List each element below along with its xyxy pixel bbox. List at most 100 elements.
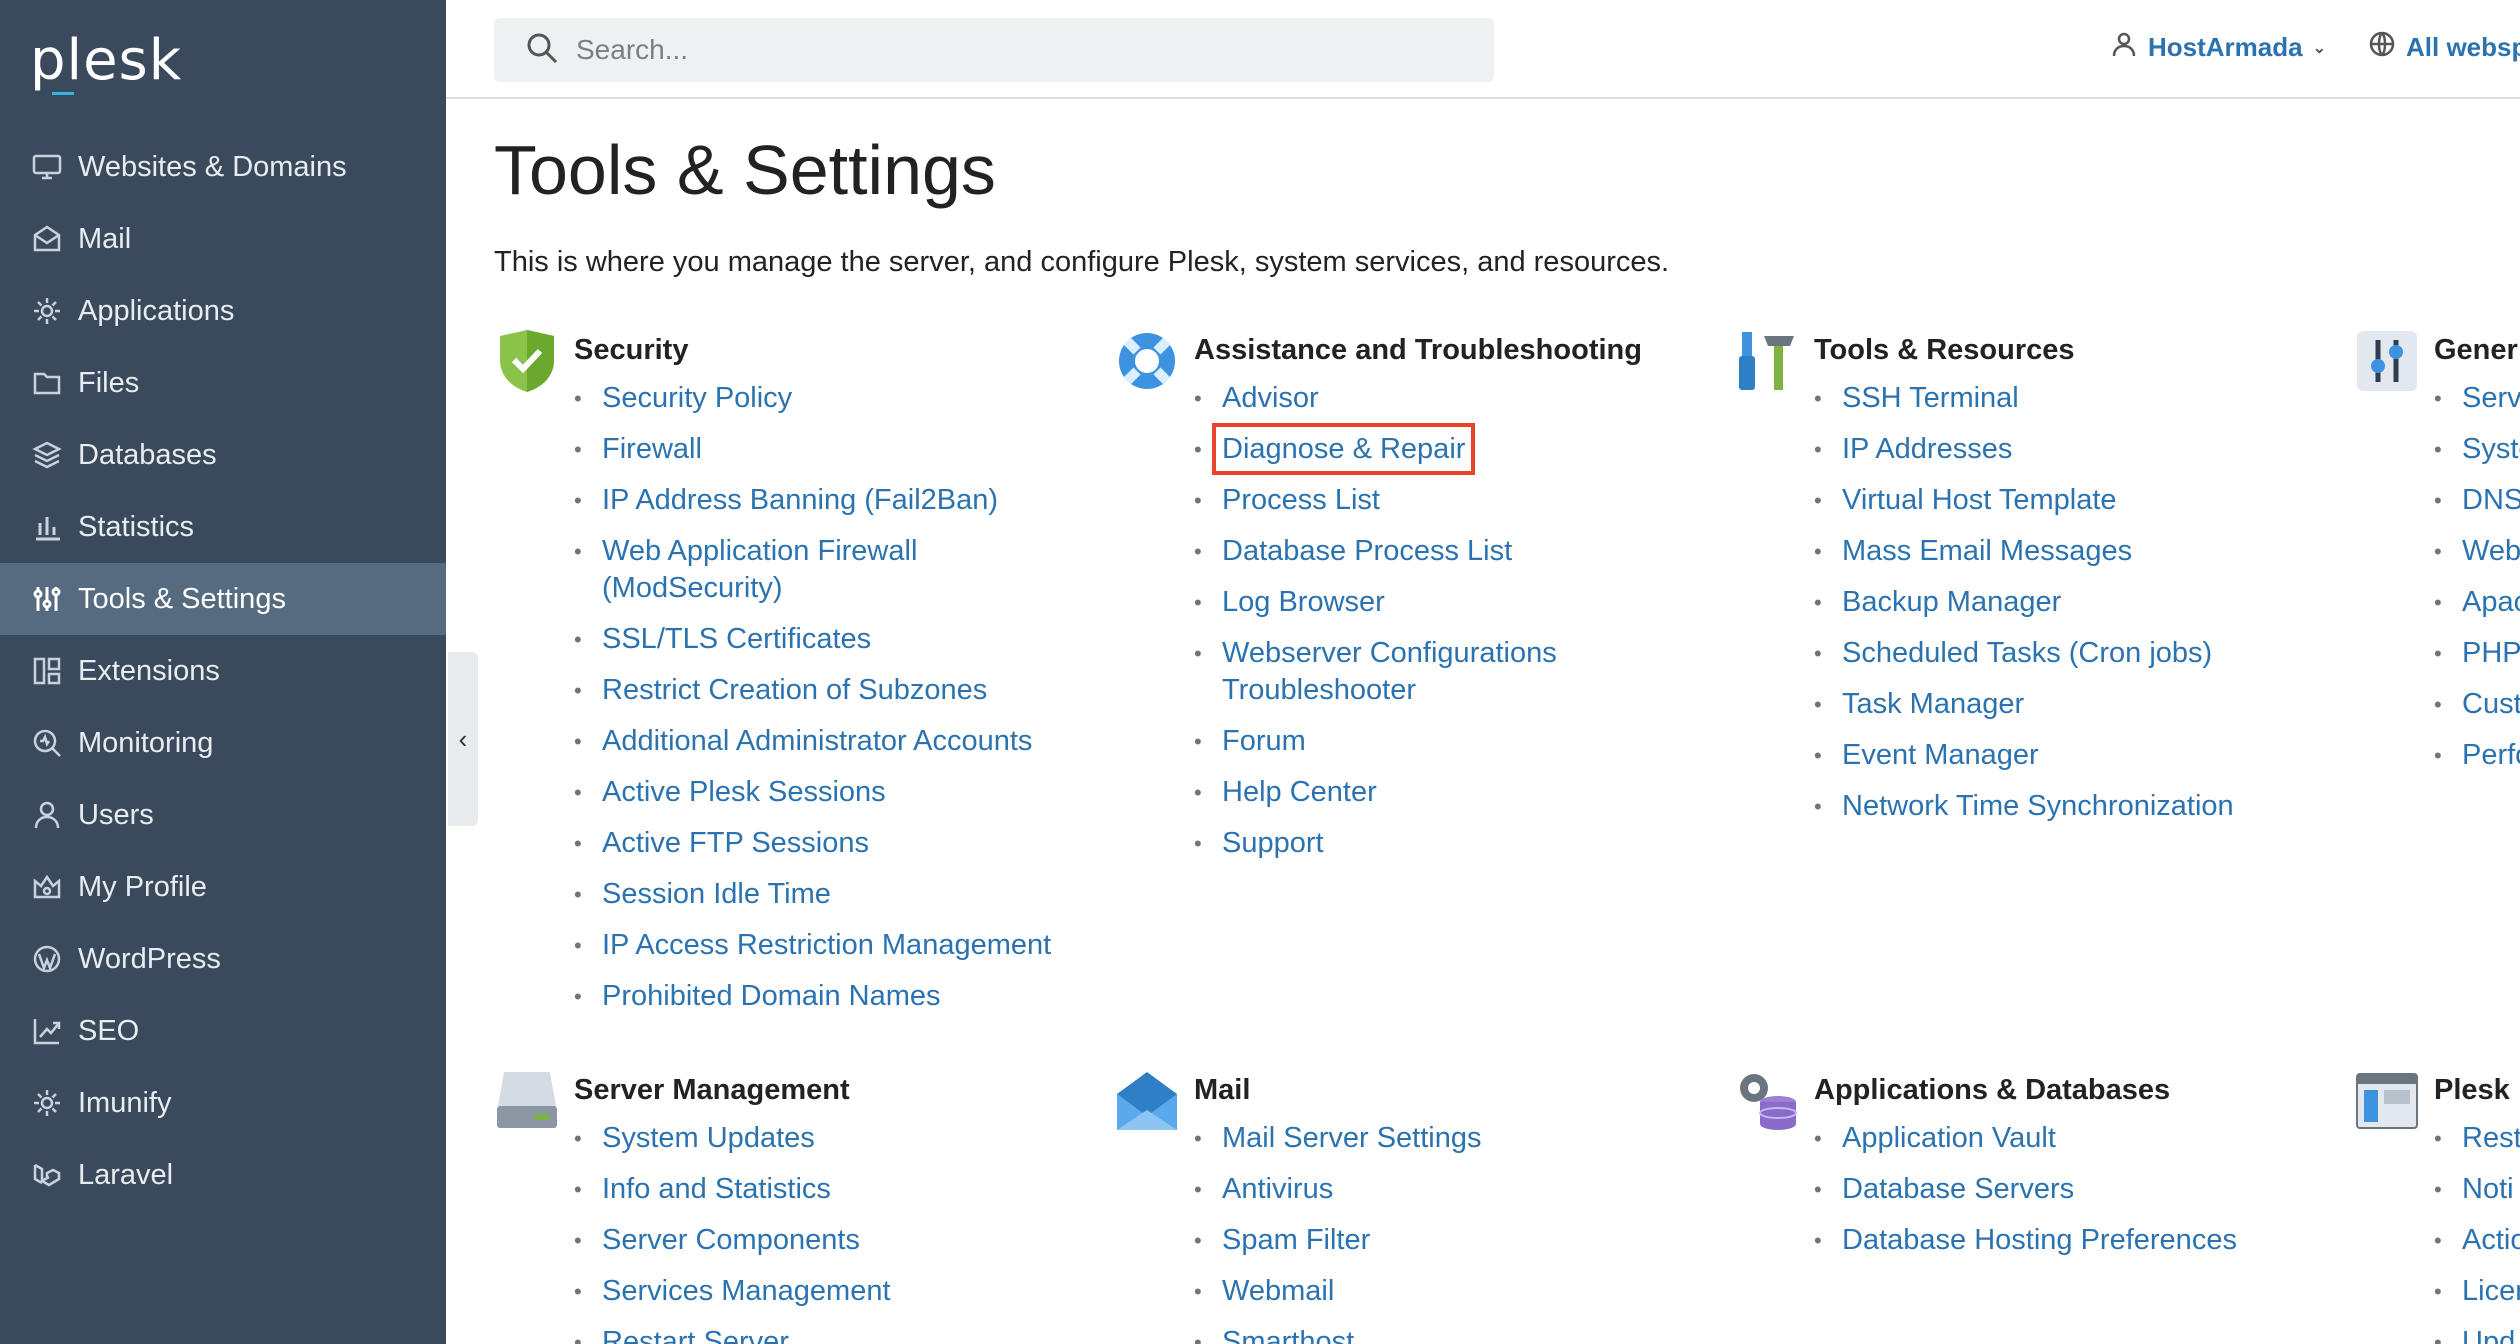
sidebar-item-files[interactable]: Files (0, 347, 446, 419)
link[interactable]: Session Idle Time (602, 878, 831, 910)
list-item[interactable]: Services Management (574, 1273, 1054, 1310)
diagnose-repair-link[interactable]: Diagnose & Repair (1211, 423, 1476, 475)
link[interactable]: PHP (2462, 637, 2520, 669)
collapse-sidebar-button[interactable]: ‹ (448, 652, 478, 826)
sidebar-item-databases[interactable]: Databases (0, 419, 446, 491)
sidebar-item-monitoring[interactable]: Monitoring (0, 707, 446, 779)
link[interactable]: Server Components (602, 1224, 860, 1256)
list-item[interactable]: Database Hosting Preferences (1814, 1222, 2294, 1259)
link[interactable]: Advisor (1222, 382, 1319, 414)
list-item[interactable]: Task Manager (1814, 686, 2294, 723)
list-item[interactable]: Support (1194, 825, 1674, 862)
link[interactable]: Database Servers (1842, 1173, 2074, 1205)
list-item[interactable]: System Updates (574, 1120, 1054, 1157)
link[interactable]: Web Application Firewall (ModSecurity) (602, 535, 917, 604)
link[interactable]: Active FTP Sessions (602, 827, 869, 859)
link[interactable]: Smarthost (1222, 1326, 1354, 1344)
link[interactable]: Additional Administrator Accounts (602, 725, 1032, 757)
list-item[interactable]: Mass Email Messages (1814, 533, 2294, 570)
list-item[interactable]: Webmail (1194, 1273, 1674, 1310)
list-item[interactable]: Actio (2434, 1222, 2520, 1259)
link[interactable]: Spam Filter (1222, 1224, 1370, 1256)
link[interactable]: Upd (2462, 1326, 2515, 1344)
list-item[interactable]: Antivirus (1194, 1171, 1674, 1208)
link[interactable]: Help Center (1222, 776, 1377, 808)
link[interactable]: DNS (2462, 484, 2520, 516)
link[interactable]: Virtual Host Template (1842, 484, 2117, 516)
list-item[interactable]: Scheduled Tasks (Cron jobs) (1814, 635, 2294, 672)
list-item[interactable]: Rest (2434, 1120, 2520, 1157)
link[interactable]: Licen (2462, 1275, 2520, 1307)
link[interactable]: Info and Statistics (602, 1173, 831, 1205)
list-item[interactable]: Webserver Configurations Troubleshooter (1194, 635, 1614, 709)
list-item[interactable]: Process List (1194, 482, 1674, 519)
link[interactable]: Mail Server Settings (1222, 1122, 1482, 1154)
list-item[interactable]: Web Application Firewall (ModSecurity) (574, 533, 994, 607)
link[interactable]: Forum (1222, 725, 1306, 757)
list-item[interactable]: Serv (2434, 380, 2520, 417)
link[interactable]: SSL/TLS Certificates (602, 623, 871, 655)
list-item[interactable]: Mail Server Settings (1194, 1120, 1674, 1157)
list-item[interactable]: Smarthost (1194, 1324, 1674, 1344)
link[interactable]: Task Manager (1842, 688, 2024, 720)
link[interactable]: Syste (2462, 433, 2520, 465)
link[interactable]: System Updates (602, 1122, 815, 1154)
sidebar-item-my-profile[interactable]: My Profile (0, 851, 446, 923)
webspaces-selector[interactable]: All websp (2368, 30, 2520, 65)
list-item[interactable]: Spam Filter (1194, 1222, 1674, 1259)
sidebar-item-websites-domains[interactable]: Websites & Domains (0, 131, 446, 203)
list-item[interactable]: Restart Server (574, 1324, 1054, 1344)
link[interactable]: Services Management (602, 1275, 891, 1307)
list-item[interactable]: Prohibited Domain Names (574, 978, 1054, 1015)
list-item[interactable]: Additional Administrator Accounts (574, 723, 1054, 760)
plesk-logo[interactable]: plesk (30, 28, 182, 93)
link[interactable]: Prohibited Domain Names (602, 980, 940, 1012)
link[interactable]: Restart Server (602, 1326, 789, 1344)
link[interactable]: Perfo (2462, 739, 2520, 771)
sidebar-item-extensions[interactable]: Extensions (0, 635, 446, 707)
link[interactable]: Application Vault (1842, 1122, 2056, 1154)
link[interactable]: Cust (2462, 688, 2520, 720)
link[interactable]: Firewall (602, 433, 702, 465)
list-item[interactable]: Apac (2434, 584, 2520, 621)
sidebar-item-applications[interactable]: Applications (0, 275, 446, 347)
search-input[interactable] (576, 34, 1456, 66)
list-item[interactable]: Active FTP Sessions (574, 825, 1054, 862)
sidebar-item-mail[interactable]: Mail (0, 203, 446, 275)
link[interactable]: Active Plesk Sessions (602, 776, 886, 808)
list-item[interactable]: Forum (1194, 723, 1674, 760)
list-item[interactable]: Security Policy (574, 380, 1054, 417)
link[interactable]: IP Addresses (1842, 433, 2012, 465)
list-item[interactable]: Backup Manager (1814, 584, 2294, 621)
list-item[interactable]: Virtual Host Template (1814, 482, 2294, 519)
sidebar-item-wordpress[interactable]: WordPress (0, 923, 446, 995)
list-item[interactable]: Application Vault (1814, 1120, 2294, 1157)
list-item[interactable]: IP Addresses (1814, 431, 2294, 468)
link[interactable]: Security Policy (602, 382, 792, 414)
list-item[interactable]: Session Idle Time (574, 876, 1054, 913)
list-item[interactable]: SSL/TLS Certificates (574, 621, 1054, 658)
list-item[interactable]: Network Time Synchronization (1814, 788, 2294, 825)
list-item[interactable]: SSH Terminal (1814, 380, 2294, 417)
sidebar-item-seo[interactable]: SEO (0, 995, 446, 1067)
sidebar-item-statistics[interactable]: Statistics (0, 491, 446, 563)
link[interactable]: Event Manager (1842, 739, 2039, 771)
list-item[interactable]: Database Servers (1814, 1171, 2294, 1208)
link[interactable]: Process List (1222, 484, 1380, 516)
list-item[interactable]: PHP (2434, 635, 2520, 672)
sidebar-item-laravel[interactable]: Laravel (0, 1139, 446, 1211)
link[interactable]: Webserver Configurations Troubleshooter (1222, 637, 1557, 706)
link[interactable]: Serv (2462, 382, 2520, 414)
sidebar-item-imunify[interactable]: Imunify (0, 1067, 446, 1139)
list-item[interactable]: Syste (2434, 431, 2520, 468)
link[interactable]: Mass Email Messages (1842, 535, 2132, 567)
list-item[interactable]: IP Address Banning (Fail2Ban) (574, 482, 1054, 519)
user-menu[interactable]: HostArmada ⌄ (2110, 30, 2326, 65)
list-item[interactable]: Web (2434, 533, 2520, 570)
link[interactable]: Web (2462, 535, 2520, 567)
list-item[interactable]: Diagnose & Repair (1194, 423, 1674, 475)
list-item[interactable]: Advisor (1194, 380, 1674, 417)
list-item[interactable]: DNS (2434, 482, 2520, 519)
link[interactable]: Scheduled Tasks (Cron jobs) (1842, 637, 2212, 669)
link[interactable]: Rest (2462, 1122, 2520, 1154)
